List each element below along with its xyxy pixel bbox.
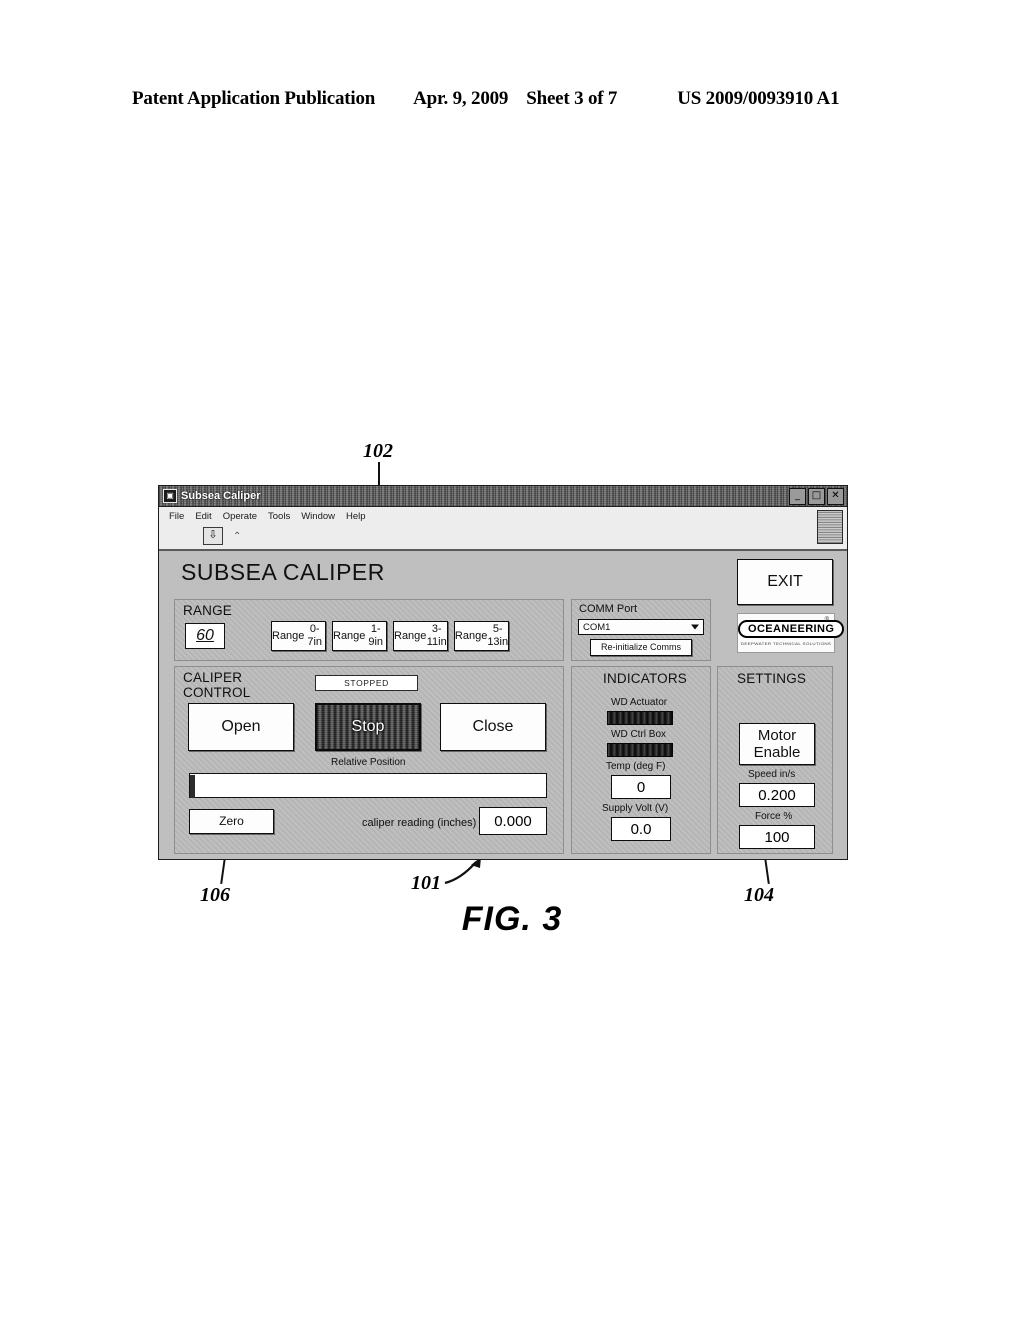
window-title: Subsea Caliper xyxy=(181,490,261,502)
motor-enable-button[interactable]: Motor Enable xyxy=(739,723,815,765)
figure-3: 102 106 101 104 ▣ Subsea Caliper _ □ ✕ F… xyxy=(0,0,1024,1320)
speed-value: 0.200 xyxy=(739,783,815,807)
subsea-caliper-window: ▣ Subsea Caliper _ □ ✕ File Edit Operate… xyxy=(158,485,848,860)
stop-button[interactable]: Stop xyxy=(315,703,421,751)
comm-port-selected-value: COM1 xyxy=(583,621,611,633)
front-panel: SUBSEA CALIPER EXIT ® OCEANEERING DEEPWA… xyxy=(159,551,847,859)
labview-window-icon: ▣ xyxy=(163,489,177,503)
menu-edit[interactable]: Edit xyxy=(195,511,211,522)
leader-line-106 xyxy=(220,857,226,885)
comm-port-select[interactable]: COM1 xyxy=(578,619,704,635)
temp-label: Temp (deg F) xyxy=(606,761,666,772)
wd-ctrl-box-label: WD Ctrl Box xyxy=(611,729,666,740)
range-5-13in-button[interactable]: Range 5-13in xyxy=(454,621,509,651)
relative-position-label: Relative Position xyxy=(331,757,406,768)
figure-caption: FIG. 3 xyxy=(461,900,563,938)
maximize-button[interactable]: □ xyxy=(808,488,825,505)
range-3-11in-label-1: Range xyxy=(394,629,427,642)
minimize-button[interactable]: _ xyxy=(789,488,806,505)
range-0-7in-label-1: Range xyxy=(272,629,305,642)
toolbar-mark-icon: ⌃ xyxy=(233,531,242,542)
caliper-control-title: CALIPER CONTROL xyxy=(183,670,251,700)
range-1-9in-button[interactable]: Range 1-9in xyxy=(332,621,387,651)
menu-items: File Edit Operate Tools Window Help xyxy=(159,507,847,522)
range-1-9in-label-1: Range xyxy=(333,629,366,642)
callout-102: 102 xyxy=(363,440,393,462)
wd-ctrl-box-led xyxy=(607,743,673,757)
supply-volt-value: 0.0 xyxy=(611,817,671,841)
close-button[interactable]: Close xyxy=(440,703,546,751)
exit-button[interactable]: EXIT xyxy=(737,559,833,605)
force-label: Force % xyxy=(755,811,793,822)
leader-line-104 xyxy=(764,857,770,885)
zero-button[interactable]: Zero xyxy=(189,809,274,834)
wd-actuator-label: WD Actuator xyxy=(611,697,668,708)
registered-mark: ® xyxy=(824,617,829,623)
range-0-7in-label-2: 0-7in xyxy=(307,623,323,648)
leader-line-101-arrow xyxy=(444,857,481,885)
window-controls: _ □ ✕ xyxy=(789,488,844,505)
relative-position-slider[interactable] xyxy=(189,773,547,798)
menu-tools[interactable]: Tools xyxy=(268,511,290,522)
window-menubar: File Edit Operate Tools Window Help ⇩ ⌃ xyxy=(159,507,847,551)
force-value: 100 xyxy=(739,825,815,849)
supply-volt-label: Supply Volt (V) xyxy=(602,803,669,814)
indicators-title: INDICATORS xyxy=(603,671,688,686)
range-3-11in-button[interactable]: Range 3-11in xyxy=(393,621,448,651)
relative-position-slider-thumb[interactable] xyxy=(190,775,195,798)
page-title: SUBSEA CALIPER xyxy=(181,559,385,585)
settings-title: SETTINGS xyxy=(737,671,807,686)
range-5-13in-label-1: Range xyxy=(454,629,488,642)
close-icon[interactable]: ✕ xyxy=(827,488,844,505)
chevron-down-icon xyxy=(691,624,699,630)
menu-help[interactable]: Help xyxy=(346,511,366,522)
run-arrow-icon[interactable]: ⇩ xyxy=(203,527,223,545)
reinitialize-comms-button[interactable]: Re-initialize Comms xyxy=(590,639,692,656)
menu-window[interactable]: Window xyxy=(301,511,335,522)
logo-tagline: DEEPWATER TECHNICAL SOLUTIONS xyxy=(740,641,832,646)
open-button[interactable]: Open xyxy=(188,703,294,751)
range-1-9in-label-2: 1-9in xyxy=(368,623,384,648)
comm-port-title: COMM Port xyxy=(579,603,638,615)
status-display: STOPPED xyxy=(315,675,418,691)
range-panel-title: RANGE xyxy=(183,603,233,618)
caliper-reading-label: caliper reading (inches) xyxy=(362,817,477,829)
window-titlebar: ▣ Subsea Caliper _ □ ✕ xyxy=(159,486,847,507)
menu-operate[interactable]: Operate xyxy=(223,511,257,522)
caliper-reading-value: 0.000 xyxy=(479,807,547,835)
range-3-11in-label-2: 3-11in xyxy=(426,623,447,648)
menu-file[interactable]: File xyxy=(169,511,184,522)
wd-actuator-led xyxy=(607,711,673,725)
range-value-display: 60 xyxy=(185,623,225,649)
temp-value: 0 xyxy=(611,775,671,799)
speed-label: Speed in/s xyxy=(748,769,796,780)
oceaneering-logo: ® OCEANEERING DEEPWATER TECHNICAL SOLUTI… xyxy=(737,613,845,653)
labview-logo-icon xyxy=(817,510,843,544)
range-5-13in-label-2: 5-13in xyxy=(487,623,509,648)
callout-101: 101 xyxy=(411,872,441,894)
range-0-7in-button[interactable]: Range 0-7in xyxy=(271,621,326,651)
